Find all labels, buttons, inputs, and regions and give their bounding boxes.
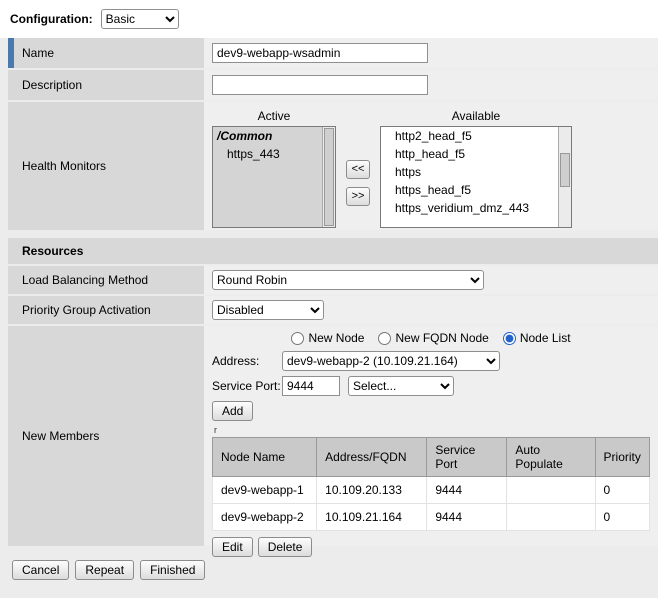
lb-method-label-cell: Load Balancing Method bbox=[8, 266, 204, 294]
required-marker bbox=[8, 38, 14, 68]
health-monitors-row: Health Monitors Active /Common https_443… bbox=[8, 102, 658, 230]
col-service-port: Service Port bbox=[427, 438, 507, 477]
name-row: Name bbox=[8, 38, 658, 68]
service-port-input[interactable] bbox=[282, 376, 340, 396]
service-port-label: Service Port: bbox=[212, 379, 282, 393]
active-monitors-listbox[interactable]: /Common https_443 bbox=[212, 126, 336, 228]
cancel-button[interactable]: Cancel bbox=[12, 560, 69, 580]
service-port-row: Service Port: Select... bbox=[212, 376, 650, 396]
available-scrollbar-thumb[interactable] bbox=[560, 153, 570, 187]
member-type-radio-group: New Node New FQDN Node Node List bbox=[212, 331, 650, 345]
new-members-row: New Members New Node New FQDN Node Node … bbox=[8, 326, 658, 546]
health-monitors-value-cell: Active /Common https_443 << >> Available bbox=[204, 102, 658, 230]
configuration-label: Configuration: bbox=[10, 12, 93, 26]
health-monitors-label-cell: Health Monitors bbox=[8, 102, 204, 230]
lb-method-row: Load Balancing Method Round Robin bbox=[8, 266, 658, 294]
available-item[interactable]: https_head_f5 bbox=[381, 181, 571, 199]
new-fqdn-node-radio[interactable] bbox=[378, 332, 391, 345]
active-scrollbar-thumb[interactable] bbox=[324, 128, 334, 226]
description-input[interactable] bbox=[212, 75, 428, 95]
member-address: 10.109.20.133 bbox=[317, 477, 427, 504]
repeat-button[interactable]: Repeat bbox=[75, 560, 134, 580]
priority-group-label: Priority Group Activation bbox=[22, 303, 151, 317]
configuration-select[interactable]: Basic bbox=[101, 9, 179, 29]
col-address-fqdn: Address/FQDN bbox=[317, 438, 427, 477]
description-label-cell: Description bbox=[8, 70, 204, 100]
name-input[interactable] bbox=[212, 43, 428, 63]
description-label: Description bbox=[22, 78, 82, 92]
footer-actions: Cancel Repeat Finished bbox=[12, 560, 658, 580]
add-button[interactable]: Add bbox=[212, 401, 253, 421]
active-title: Active bbox=[258, 109, 291, 123]
delete-button[interactable]: Delete bbox=[258, 537, 313, 557]
available-title: Available bbox=[452, 109, 500, 123]
members-table-header-row: Node Name Address/FQDN Service Port Auto… bbox=[213, 438, 650, 477]
address-label: Address: bbox=[212, 354, 282, 368]
member-priority: 0 bbox=[595, 504, 649, 531]
finished-button[interactable]: Finished bbox=[140, 560, 205, 580]
priority-group-label-cell: Priority Group Activation bbox=[8, 296, 204, 324]
node-list-radio-label: Node List bbox=[520, 331, 571, 345]
radio-new-fqdn-node[interactable]: New FQDN Node bbox=[378, 331, 488, 345]
available-item[interactable]: https bbox=[381, 163, 571, 181]
move-to-available-button[interactable]: >> bbox=[346, 187, 370, 206]
new-members-label-cell: New Members bbox=[8, 326, 204, 546]
lb-method-select[interactable]: Round Robin bbox=[212, 270, 484, 290]
node-list-radio[interactable] bbox=[503, 332, 516, 345]
priority-group-value-cell: Disabled bbox=[204, 296, 658, 324]
name-value-cell bbox=[204, 38, 658, 68]
new-members-label: New Members bbox=[22, 429, 99, 443]
new-fqdn-node-radio-label: New FQDN Node bbox=[395, 331, 488, 345]
available-monitors-listbox[interactable]: http2_head_f5 http_head_f5 https https_h… bbox=[380, 126, 572, 228]
general-properties-table: Name Description Health Monitors Active … bbox=[8, 38, 658, 230]
active-scrollbar[interactable] bbox=[322, 127, 335, 227]
available-scrollbar[interactable] bbox=[558, 127, 571, 227]
member-row[interactable]: dev9-webapp-1 10.109.20.133 9444 0 bbox=[213, 477, 650, 504]
available-item[interactable]: https_veridium_dmz_443 bbox=[381, 199, 571, 217]
member-auto-populate bbox=[507, 477, 595, 504]
member-node-name: dev9-webapp-2 bbox=[213, 504, 317, 531]
member-address: 10.109.21.164 bbox=[317, 504, 427, 531]
health-monitors-label: Health Monitors bbox=[22, 159, 106, 173]
active-monitor-item[interactable]: https_443 bbox=[213, 145, 335, 163]
member-priority: 0 bbox=[595, 477, 649, 504]
priority-group-select[interactable]: Disabled bbox=[212, 300, 324, 320]
stray-text: r bbox=[214, 425, 650, 435]
lb-method-label: Load Balancing Method bbox=[22, 273, 148, 287]
resources-title: Resources bbox=[22, 244, 83, 258]
address-select[interactable]: dev9-webapp-2 (10.109.21.164) bbox=[282, 351, 500, 371]
available-item[interactable]: http2_head_f5 bbox=[381, 127, 571, 145]
radio-node-list[interactable]: Node List bbox=[503, 331, 571, 345]
new-node-radio[interactable] bbox=[291, 332, 304, 345]
move-to-active-button[interactable]: << bbox=[346, 160, 370, 179]
members-table: Node Name Address/FQDN Service Port Auto… bbox=[212, 437, 650, 531]
service-port-select[interactable]: Select... bbox=[348, 376, 454, 396]
member-row[interactable]: dev9-webapp-2 10.109.21.164 9444 0 bbox=[213, 504, 650, 531]
configuration-bar: Configuration: Basic bbox=[0, 0, 658, 38]
available-item[interactable]: http_head_f5 bbox=[381, 145, 571, 163]
member-service-port: 9444 bbox=[427, 504, 507, 531]
member-node-name: dev9-webapp-1 bbox=[213, 477, 317, 504]
address-row: Address: dev9-webapp-2 (10.109.21.164) bbox=[212, 351, 650, 371]
member-auto-populate bbox=[507, 504, 595, 531]
radio-new-node[interactable]: New Node bbox=[291, 331, 364, 345]
name-label-cell: Name bbox=[8, 38, 204, 68]
description-value-cell bbox=[204, 70, 658, 100]
new-members-value-cell: New Node New FQDN Node Node List Address… bbox=[204, 326, 658, 546]
name-label: Name bbox=[22, 46, 54, 60]
resources-section-header: Resources bbox=[8, 238, 658, 264]
edit-button[interactable]: Edit bbox=[212, 537, 253, 557]
col-auto-populate: Auto Populate bbox=[507, 438, 595, 477]
col-node-name: Node Name bbox=[213, 438, 317, 477]
new-node-radio-label: New Node bbox=[308, 331, 364, 345]
lb-method-value-cell: Round Robin bbox=[204, 266, 658, 294]
description-row: Description bbox=[8, 70, 658, 100]
member-service-port: 9444 bbox=[427, 477, 507, 504]
col-priority: Priority bbox=[595, 438, 649, 477]
priority-group-row: Priority Group Activation Disabled bbox=[8, 296, 658, 324]
active-partition-item[interactable]: /Common bbox=[213, 127, 335, 145]
resources-table: Load Balancing Method Round Robin Priori… bbox=[8, 266, 658, 546]
